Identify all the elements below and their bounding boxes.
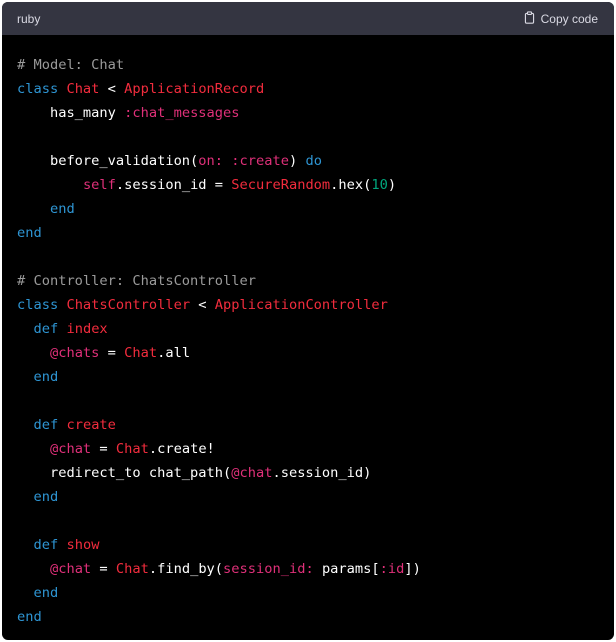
code-token: .create!: [148, 441, 215, 457]
code-line: class ChatsController < ApplicationContr…: [17, 293, 599, 317]
code-line: end: [17, 221, 599, 245]
code-token: .session_id): [272, 465, 372, 481]
code-token: session_id:: [223, 561, 314, 577]
code-token: end: [17, 609, 42, 625]
code-header: ruby Copy code: [2, 2, 614, 35]
code-line: def create: [17, 413, 599, 437]
code-line: before_validation(on: :create) do: [17, 149, 599, 173]
code-token: index: [66, 321, 108, 337]
code-token: =: [99, 345, 125, 361]
code-token: =: [91, 441, 116, 457]
code-token: .session_id =: [115, 177, 232, 193]
code-token: @chats: [49, 345, 100, 361]
code-line: end: [17, 581, 599, 605]
code-token: self: [82, 177, 116, 193]
code-line: redirect_to chat_path(@chat.session_id): [17, 461, 599, 485]
code-token: on:: [198, 153, 224, 169]
code-token: def: [33, 321, 59, 337]
code-token: Chat: [66, 81, 100, 97]
code-token: create: [66, 417, 116, 433]
code-line: def index: [17, 317, 599, 341]
code-token: <: [99, 81, 125, 97]
copy-code-button[interactable]: Copy code: [523, 10, 598, 27]
code-token: show: [66, 537, 100, 553]
code-token: .find_by(: [148, 561, 224, 577]
code-line: @chat = Chat.create!: [17, 437, 599, 461]
code-line: end: [17, 197, 599, 221]
code-token: # Model: Chat: [17, 57, 125, 73]
language-label: ruby: [17, 11, 41, 26]
code-token: has_many: [17, 105, 125, 121]
code-token: Chat: [115, 561, 149, 577]
copy-code-label: Copy code: [540, 11, 598, 26]
code-token: params[: [313, 561, 380, 577]
code-token: <: [190, 297, 215, 313]
code-token: # Controller: ChatsController: [17, 273, 256, 289]
code-token: end: [33, 585, 59, 601]
code-token: Chat: [124, 345, 158, 361]
code-token: end: [17, 225, 42, 241]
code-line: def show: [17, 533, 599, 557]
code-token: :id: [379, 561, 405, 577]
code-line: class Chat < ApplicationRecord: [17, 77, 599, 101]
clipboard-icon: [523, 10, 536, 27]
code-line: end: [17, 485, 599, 509]
code-token: class: [17, 81, 59, 97]
code-token: do: [305, 153, 322, 169]
code-token: ApplicationRecord: [124, 81, 265, 97]
code-token: :create: [231, 153, 289, 169]
code-token: def: [33, 417, 59, 433]
code-line: # Model: Chat: [17, 53, 599, 77]
code-token: SecureRandom: [231, 177, 331, 193]
code-token: .all: [157, 345, 191, 361]
code-token: ApplicationController: [214, 297, 388, 313]
code-line: has_many :chat_messages: [17, 101, 599, 125]
code-line: end: [17, 605, 599, 629]
code-token: ChatsController: [66, 297, 191, 313]
code-token: .hex(: [330, 177, 372, 193]
code-token: end: [33, 369, 59, 385]
code-token: @chat: [49, 441, 92, 457]
code-token: ]): [404, 561, 421, 577]
code-token: =: [91, 561, 116, 577]
code-token: ): [288, 153, 306, 169]
code-line: # Controller: ChatsController: [17, 269, 599, 293]
code-token: @chat: [231, 465, 273, 481]
code-token: before_validation(: [17, 153, 199, 169]
code-token: @chat: [49, 561, 92, 577]
code-token: def: [33, 537, 59, 553]
code-line: @chats = Chat.all: [17, 341, 599, 365]
code-content: # Model: Chat class Chat < ApplicationRec…: [2, 35, 614, 629]
code-line: @chat = Chat.find_by(session_id: params[…: [17, 557, 599, 581]
code-token: 10: [371, 177, 388, 193]
code-token: redirect_to chat_path(: [17, 465, 232, 481]
code-line: self.session_id = SecureRandom.hex(10): [17, 173, 599, 197]
code-line: end: [17, 365, 599, 389]
code-token: Chat: [115, 441, 149, 457]
code-token: end: [49, 201, 75, 217]
code-token: :chat_messages: [124, 105, 240, 121]
code-block: ruby Copy code # Model: Chat class Chat <…: [2, 2, 614, 640]
code-token: class: [17, 297, 59, 313]
code-token: ): [387, 177, 397, 193]
code-token: end: [33, 489, 59, 505]
